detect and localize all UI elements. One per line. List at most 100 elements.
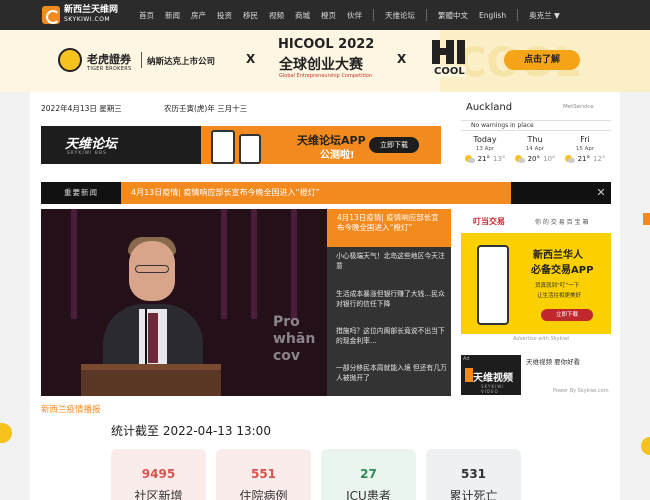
trade-ad-tagline: 你 的 交 易 百 宝 箱	[535, 219, 589, 226]
banner-divider	[141, 52, 142, 68]
forecast-day: Today 13 Apr 21° 13°	[461, 135, 509, 163]
stat-card: 27 ICU患者	[321, 449, 416, 500]
learn-more-button[interactable]: 点击了解	[504, 50, 580, 70]
list-item[interactable]: 措施吗？这位内阁部长竟说不出当下的现金利率…	[336, 326, 448, 346]
nav-item-immigration[interactable]: 移民	[243, 10, 258, 21]
tiger-brokers-logo-icon	[58, 48, 82, 72]
current-date: 2022年4月13日 星期三	[41, 104, 122, 113]
forum-download-button[interactable]: 立即下载	[369, 137, 419, 153]
forum-ad-subtitle: 公测啦!	[320, 150, 355, 161]
region-selector[interactable]: 奥克兰 ▼	[529, 10, 560, 21]
phone-mockup-icon	[211, 130, 235, 164]
ad-badge: Ad	[463, 356, 470, 362]
partly-cloudy-icon	[564, 155, 575, 163]
hicool-title: HICOOL 2022	[278, 37, 375, 52]
nav-divider	[426, 9, 427, 21]
hero-image[interactable]: Pro whān cov	[41, 209, 327, 396]
close-icon[interactable]: ✕	[591, 182, 611, 204]
weather-widget: Auckland MetService No warnings in place…	[461, 101, 611, 175]
nav-item-home[interactable]: 首页	[139, 10, 154, 21]
stat-label: 住院病例	[239, 489, 288, 500]
hicool-cn: 全球创业大赛	[279, 57, 363, 73]
banner-x-mark: X	[397, 52, 407, 66]
left-float-button[interactable]	[0, 423, 12, 443]
weather-warning: No warnings in place	[461, 120, 611, 131]
covid-stats-timestamp: 统计截至 2022-04-13 13:00	[111, 424, 271, 438]
trade-ad-title1: 新西兰华人	[533, 250, 583, 261]
video-promo-link[interactable]: 天维视频 要你好看	[526, 356, 580, 366]
stat-card: 551 住院病例	[216, 449, 311, 500]
trade-app-ad[interactable]: 叮当交易 你 的 交 易 百 宝 箱 新西兰华人 必备交易APP 货真就到“叮”…	[461, 209, 611, 334]
stat-value: 27	[360, 467, 377, 481]
stat-label: 累计死亡	[449, 489, 498, 500]
side-float-tab[interactable]	[643, 213, 650, 225]
side-news-list: 4月13日疫情| 疫情响应部长宣布今晚全国进入“橙灯” 小心极端天气！北岛这些地…	[327, 209, 451, 396]
powered-by-text: Power By Skykiwi.com	[553, 388, 609, 394]
phone-mockup-icon	[477, 245, 509, 325]
lunar-date: 农历壬寅(虎)年 三月十三	[164, 104, 248, 113]
video-logo-icon	[465, 368, 473, 382]
logo-cn: 新西兰天维网	[64, 5, 119, 15]
forum-logo-sub: SKYKIWI BBS	[67, 151, 107, 156]
advertise-link[interactable]: Advertise with Skykiwi	[513, 336, 569, 342]
nav-item-mall[interactable]: 商城	[295, 10, 310, 21]
trade-ad-title2: 必备交易APP	[531, 265, 594, 276]
site-logo[interactable]: 新西兰天维网 SKYKIWI.COM	[42, 6, 118, 24]
stat-label: ICU患者	[346, 489, 391, 500]
stat-value: 531	[460, 467, 487, 481]
stat-card: 9495 社区新增	[111, 449, 206, 500]
logo-icon	[42, 6, 60, 24]
right-float-button[interactable]	[641, 437, 650, 455]
nav-item-news[interactable]: 新闻	[165, 10, 180, 21]
microphone-icon	[145, 309, 147, 364]
metservice-logo: MetService	[563, 104, 594, 110]
banner-x-mark: X	[246, 52, 256, 66]
list-item[interactable]: 生活成本暴涨但银行赚了大钱…民众对银行的信任下降	[336, 289, 448, 309]
forum-logo: 天维论坛	[65, 137, 118, 152]
breaking-news-headline[interactable]: 4月13日疫情| 疫情响应部长宣布今晚全国进入“橙灯”	[121, 182, 511, 204]
tiger-brokers-en: TIGER BROKERS	[87, 66, 132, 72]
top-nav: 新西兰天维网 SKYKIWI.COM 首页 新闻 房产 投资 移民 视频 商城 …	[0, 0, 650, 30]
tiger-brokers-cn: 老虎證券	[87, 53, 131, 66]
list-item[interactable]: 一部分移民本周就能入境 但还有几万人被抛开了	[336, 363, 448, 383]
video-logo: 天维视频	[473, 373, 513, 384]
lang-traditional[interactable]: 繁體中文	[438, 10, 468, 21]
video-logo-sub: SKYKIWI VIDEO	[481, 384, 505, 394]
trade-download-button[interactable]: 立即下载	[541, 309, 593, 321]
nav-divider	[517, 9, 519, 21]
nav-item-property[interactable]: 房产	[191, 10, 206, 21]
hicool-logo-text: COOL	[433, 66, 466, 77]
breaking-news-label: 重要新闻	[64, 188, 98, 197]
stat-label: 社区新增	[134, 489, 183, 500]
forum-app-ad[interactable]: 天维论坛 SKYKIWI BBS 天维论坛APP 公测啦! 立即下载	[41, 126, 441, 164]
hero-backdrop-text: Pro whān cov	[273, 314, 316, 364]
forecast-day: Fri 15 Apr 21° 12°	[561, 135, 609, 163]
stat-value: 9495	[141, 467, 176, 481]
nav-menu: 首页 新闻 房产 投资 移民 视频 商城 橙页 伙伴 天维论坛 繁體中文 Eng…	[139, 0, 560, 30]
nav-divider	[373, 9, 374, 21]
nav-item-invest[interactable]: 投资	[217, 10, 232, 21]
covid-section-title[interactable]: 新西兰疫情播报	[41, 403, 101, 415]
logo-en: SKYKIWI.COM	[64, 16, 111, 23]
nav-item-orange-pages[interactable]: 橙页	[321, 10, 336, 21]
lang-english[interactable]: English	[479, 11, 506, 20]
weather-city[interactable]: Auckland	[466, 102, 512, 113]
trade-ad-line1: 货真就到“叮”一下	[535, 283, 580, 289]
nav-item-forum[interactable]: 天维论坛	[385, 10, 415, 21]
side-news-feature[interactable]: 4月13日疫情| 疫情响应部长宣布今晚全国进入“橙灯”	[327, 209, 451, 247]
partly-cloudy-icon	[464, 155, 475, 163]
forecast-day: Thu 14 Apr 20° 10°	[511, 135, 559, 163]
trade-ad-logo: 叮当交易	[473, 217, 505, 226]
phone-mockup-icon	[239, 134, 261, 164]
breaking-news-bar: 重要新闻 4月13日疫情| 疫情响应部长宣布今晚全国进入“橙灯” ✕	[41, 182, 611, 204]
nasdaq-listed-text: 纳斯达克上市公司	[147, 57, 216, 67]
trade-ad-line2: 让生活往相更美好	[537, 293, 582, 299]
partly-cloudy-icon	[514, 155, 525, 163]
stat-value: 551	[250, 467, 277, 481]
list-item[interactable]: 小心极端天气！北岛这些地区今天注意	[336, 251, 448, 271]
hicool-en: Global Entrepreneurship Competition	[279, 73, 373, 79]
video-ad-thumbnail[interactable]: Ad 天维视频 SKYKIWI VIDEO	[461, 355, 521, 395]
nav-item-video[interactable]: 视频	[269, 10, 284, 21]
stat-card: 531 累计死亡	[426, 449, 521, 500]
nav-item-partners[interactable]: 伙伴	[347, 10, 362, 21]
